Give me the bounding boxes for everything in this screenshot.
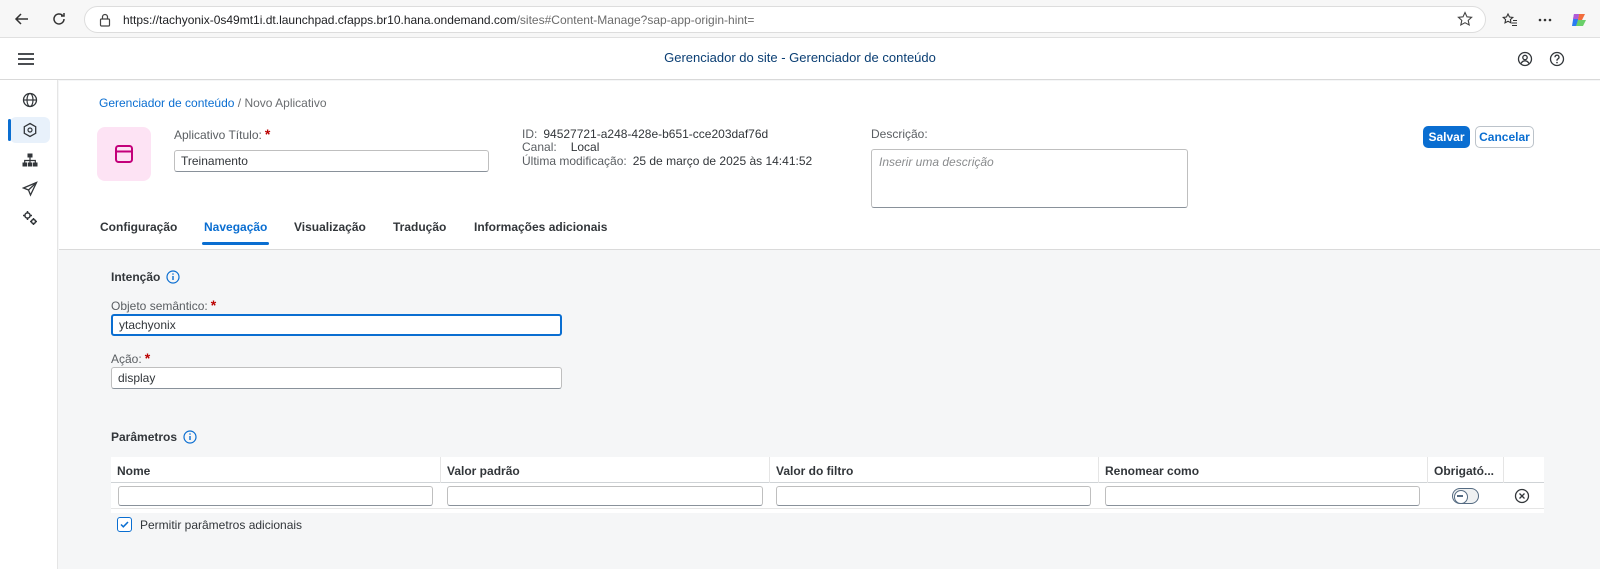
info-icon[interactable] <box>183 430 197 444</box>
back-button[interactable] <box>10 7 34 31</box>
parameters-table: Nome Valor padrão Valor do filtro Renome… <box>111 457 1544 513</box>
parameters-section-title: Parâmetros <box>111 430 197 444</box>
app-title-label: Aplicativo Título: * <box>174 126 271 142</box>
param-rename-input[interactable] <box>1105 486 1420 506</box>
user-icon[interactable] <box>1514 48 1536 70</box>
description-label: Descrição: <box>871 127 928 141</box>
shell-header: Gerenciador do site - Gerenciador de con… <box>0 38 1600 80</box>
star-icon[interactable] <box>1457 11 1473 27</box>
required-mark: * <box>264 126 271 142</box>
sidebar-item-settings[interactable] <box>10 205 50 231</box>
checkmark-icon <box>120 521 129 528</box>
id-line: ID: 94527721-a248-428e-b651-cce203daf76d <box>522 127 768 141</box>
semantic-object-label: Objeto semântico: * <box>111 297 217 313</box>
id-label: ID: <box>522 127 538 141</box>
column-header-rename-as[interactable]: Renomear como <box>1099 457 1428 483</box>
arrow-left-icon <box>14 13 28 25</box>
tab-informacoes-adicionais[interactable]: Informações adicionais <box>474 220 607 234</box>
breadcrumb-separator: / <box>237 96 242 110</box>
breadcrumb-link-content-manager[interactable]: Gerenciador de conteúdo <box>99 96 234 110</box>
channel-line: Canal: Local <box>522 140 599 154</box>
param-default-value-input[interactable] <box>447 486 763 506</box>
allow-extra-params-checkbox[interactable] <box>117 517 132 532</box>
cube-icon <box>23 122 37 138</box>
required-mark: * <box>210 297 217 313</box>
column-header-filter-value[interactable]: Valor do filtro <box>770 457 1099 483</box>
info-icon[interactable] <box>166 270 180 284</box>
delete-row-icon[interactable] <box>1514 488 1530 504</box>
sidebar-item-content[interactable] <box>8 117 50 143</box>
tab-configuracao[interactable]: Configuração <box>100 220 177 234</box>
app-title-input[interactable] <box>174 150 489 172</box>
required-mark: * <box>144 350 151 366</box>
modified-line: Última modificação: 25 de março de 2025 à… <box>522 154 812 168</box>
sidebar-item-sites[interactable] <box>10 87 50 113</box>
side-navigation <box>0 80 58 569</box>
table-header-row: Nome Valor padrão Valor do filtro Renome… <box>111 457 1544 483</box>
modified-value: 25 de março de 2025 às 14:41:52 <box>632 154 813 168</box>
intent-title-text: Intenção <box>111 270 161 284</box>
action-label: Ação: * <box>111 350 151 366</box>
breadcrumb-current: Novo Aplicativo <box>244 96 327 110</box>
gears-icon <box>23 211 37 225</box>
sidebar-item-hierarchy[interactable] <box>10 147 50 173</box>
param-filter-value-input[interactable] <box>776 486 1091 506</box>
shell-title: Gerenciador do site - Gerenciador de con… <box>664 50 936 65</box>
column-header-default-value[interactable]: Valor padrão <box>441 457 770 483</box>
action-input[interactable] <box>111 367 562 389</box>
reload-icon <box>53 13 65 25</box>
tab-visualizacao[interactable]: Visualização <box>294 220 366 234</box>
url-path: /sites#Content-Manage?sap-app-origin-hin… <box>516 13 755 27</box>
hierarchy-icon <box>22 153 38 167</box>
address-bar[interactable]: https://tachyonix-0s49mt1i.dt.launchpad.… <box>84 6 1486 33</box>
browser-toolbar: https://tachyonix-0s49mt1i.dt.launchpad.… <box>0 0 1600 38</box>
cancel-button[interactable]: Cancelar <box>1475 126 1534 148</box>
channel-label: Canal: <box>522 140 557 154</box>
column-header-name[interactable]: Nome <box>111 457 441 483</box>
more-icon[interactable] <box>1534 9 1556 31</box>
url-text: https://tachyonix-0s49mt1i.dt.launchpad.… <box>123 13 754 27</box>
allow-extra-params-label: Permitir parâmetros adicionais <box>140 517 303 532</box>
reload-button[interactable] <box>47 7 71 31</box>
sidebar-item-send[interactable] <box>10 176 50 202</box>
save-button[interactable]: Salvar <box>1423 126 1470 148</box>
object-header: Gerenciador de conteúdo / Novo Aplicativ… <box>59 81 1600 250</box>
required-toggle[interactable] <box>1452 488 1479 504</box>
help-icon[interactable] <box>1546 48 1568 70</box>
globe-icon <box>22 92 38 108</box>
favorites-icon[interactable] <box>1499 9 1521 31</box>
tab-navegacao[interactable]: Navegação <box>201 220 270 245</box>
intent-section-title: Intenção <box>111 270 180 284</box>
semantic-object-input[interactable] <box>111 314 562 336</box>
column-header-actions <box>1504 457 1544 483</box>
lock-icon <box>99 13 111 27</box>
id-value: 94527721-a248-428e-b651-cce203daf76d <box>543 127 769 141</box>
allow-extra-params-row[interactable]: Permitir parâmetros adicionais <box>117 517 302 532</box>
param-name-input[interactable] <box>118 486 433 506</box>
app-tile <box>97 127 151 181</box>
copilot-icon[interactable] <box>1568 9 1590 31</box>
description-textarea[interactable]: Inserir uma descrição <box>871 149 1188 208</box>
modified-label: Última modificação: <box>522 154 627 168</box>
paper-plane-icon <box>22 181 38 197</box>
parameters-title-text: Parâmetros <box>111 430 178 444</box>
tab-traducao[interactable]: Tradução <box>393 220 446 234</box>
channel-value: Local <box>570 140 600 154</box>
url-host: https://tachyonix-0s49mt1i.dt.launchpad.… <box>123 13 517 27</box>
table-row <box>111 483 1544 509</box>
breadcrumb: Gerenciador de conteúdo / Novo Aplicativ… <box>99 96 327 110</box>
column-header-required[interactable]: Obrigató... <box>1428 457 1504 483</box>
app-window-icon <box>115 145 133 163</box>
